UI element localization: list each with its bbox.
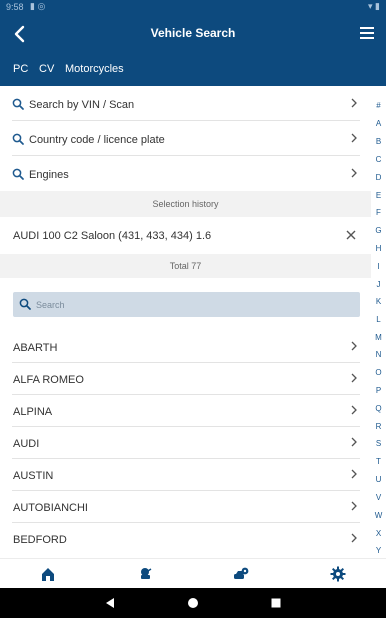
search-by-vin-row[interactable]: Search by VIN / Scan	[12, 87, 360, 121]
chevron-right-icon	[351, 341, 357, 351]
alpha-index-letter[interactable]: J	[371, 280, 386, 289]
alpha-index-letter[interactable]: H	[371, 244, 386, 253]
chevron-right-icon	[351, 168, 357, 178]
alpha-index-letter[interactable]: C	[371, 155, 386, 164]
close-icon[interactable]	[345, 229, 357, 241]
alpha-index-letter[interactable]: S	[371, 439, 386, 448]
alphabet-index[interactable]: # A B C D E F G H I J K L M N O P Q R S …	[371, 98, 386, 558]
system-recents-icon[interactable]	[270, 597, 282, 609]
alpha-index-letter[interactable]: U	[371, 475, 386, 484]
alpha-index-letter[interactable]: F	[371, 208, 386, 217]
status-bar: 9:58 ▮ ◎ ▾ ▮	[0, 0, 386, 14]
alpha-index-letter[interactable]: M	[371, 333, 386, 342]
oil-can-icon[interactable]	[137, 566, 153, 582]
chevron-right-icon	[351, 133, 357, 143]
list-item-austin[interactable]: AUSTIN	[12, 459, 360, 491]
page-title: Vehicle Search	[150, 26, 236, 40]
search-icon	[12, 168, 24, 180]
tab-pc[interactable]: PC	[13, 63, 28, 75]
list-item-alfa-romeo[interactable]: ALFA ROMEO	[12, 363, 360, 395]
status-time: 9:58	[6, 2, 24, 12]
search-by-vin-label: Search by VIN / Scan	[29, 99, 135, 111]
tab-motorcycles[interactable]: Motorcycles	[65, 63, 124, 75]
search-section	[0, 278, 371, 331]
list-item-label: AUDI	[13, 438, 40, 450]
home-icon[interactable]	[40, 566, 56, 582]
engines-row[interactable]: Engines	[12, 157, 360, 191]
alpha-index-letter[interactable]: R	[371, 422, 386, 431]
tab-cv[interactable]: CV	[39, 63, 54, 75]
alpha-index-letter[interactable]: T	[371, 457, 386, 466]
list-item-label: AUSTIN	[13, 470, 54, 482]
engines-label: Engines	[29, 169, 69, 181]
list-item-label: AUTOBIANCHI	[13, 502, 88, 514]
chevron-right-icon	[351, 469, 357, 479]
system-navigation-bar	[0, 588, 386, 618]
status-notification-icons: ▮ ◎	[30, 1, 46, 11]
history-item-label: AUDI 100 C2 Saloon (431, 433, 434) 1.6	[13, 230, 212, 242]
status-wifi-battery-icons: ▾ ▮	[368, 1, 380, 11]
hamburger-menu-icon[interactable]	[360, 26, 374, 40]
chevron-right-icon	[351, 373, 357, 383]
list-item-abarth[interactable]: ABARTH	[12, 331, 360, 363]
alpha-index-letter[interactable]: Y	[371, 546, 386, 555]
system-home-icon[interactable]	[187, 597, 199, 609]
list-item-label: ALPINA	[13, 406, 53, 418]
list-item-label: BEDFORD	[13, 534, 67, 546]
list-item-alpina[interactable]: ALPINA	[12, 395, 360, 427]
alpha-index-letter[interactable]: W	[371, 511, 386, 520]
alpha-index-letter[interactable]: A	[371, 119, 386, 128]
history-item[interactable]: AUDI 100 C2 Saloon (431, 433, 434) 1.6	[0, 217, 371, 254]
licence-plate-label: Country code / licence plate	[29, 134, 165, 146]
alpha-index-letter[interactable]: G	[371, 226, 386, 235]
list-item-audi[interactable]: AUDI	[12, 427, 360, 459]
alpha-index-letter[interactable]: L	[371, 315, 386, 324]
total-count: Total 77	[0, 254, 371, 278]
app-bar: Vehicle Search	[0, 14, 386, 54]
car-location-icon[interactable]	[233, 566, 249, 582]
chevron-right-icon	[351, 437, 357, 447]
list-item-autobianchi[interactable]: AUTOBIANCHI	[12, 491, 360, 523]
system-back-icon[interactable]	[104, 597, 116, 609]
alpha-index-letter[interactable]: E	[371, 191, 386, 200]
chevron-right-icon	[351, 405, 357, 415]
bottom-navigation	[0, 558, 386, 588]
search-input[interactable]	[36, 297, 346, 312]
chevron-right-icon	[351, 533, 357, 543]
alpha-index-letter[interactable]: #	[371, 101, 386, 110]
alpha-index-letter[interactable]: D	[371, 173, 386, 182]
list-item-bedford[interactable]: BEDFORD	[12, 523, 360, 555]
alpha-index-letter[interactable]: O	[371, 368, 386, 377]
alpha-index-letter[interactable]: N	[371, 350, 386, 359]
search-icon	[12, 133, 24, 145]
alpha-index-letter[interactable]: Q	[371, 404, 386, 413]
alpha-index-letter[interactable]: X	[371, 529, 386, 538]
alpha-index-letter[interactable]: V	[371, 493, 386, 502]
selection-history-header: Selection history	[0, 191, 371, 217]
search-icon	[12, 98, 24, 110]
chevron-right-icon	[351, 501, 357, 511]
settings-gear-icon[interactable]	[330, 566, 346, 582]
alpha-index-letter[interactable]: B	[371, 137, 386, 146]
alpha-index-letter[interactable]: K	[371, 297, 386, 306]
search-icon	[19, 298, 31, 310]
alpha-index-letter[interactable]: I	[371, 262, 386, 271]
chevron-right-icon	[351, 98, 357, 108]
licence-plate-row[interactable]: Country code / licence plate	[12, 122, 360, 156]
search-field[interactable]	[13, 292, 360, 317]
alpha-index-letter[interactable]: P	[371, 386, 386, 395]
list-item-label: ABARTH	[13, 342, 58, 354]
list-item-label: ALFA ROMEO	[13, 374, 84, 386]
vehicle-type-tabs: PC CV Motorcycles	[0, 54, 386, 86]
